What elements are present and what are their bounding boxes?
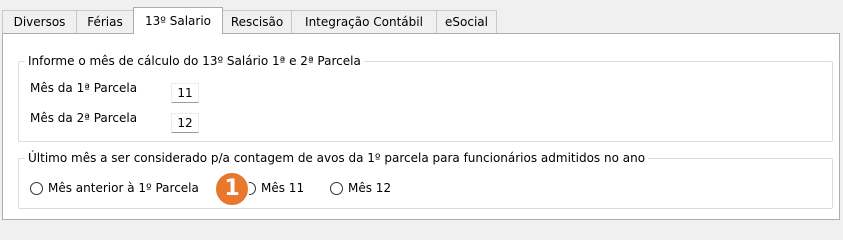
tab-diversos[interactable]: Diversos <box>2 10 77 33</box>
radio-mes-11-label: Mês 11 <box>261 181 305 195</box>
radio-mes-12-label: Mês 12 <box>348 181 392 195</box>
annotation-number-badge: 1 <box>214 171 250 207</box>
tab-strip: Diversos Férias 13º Salario Rescisão Int… <box>0 0 843 34</box>
tab-panel-13-salario: Informe o mês de cálculo do 13º Salário … <box>2 33 840 220</box>
tab-esocial[interactable]: eSocial <box>436 10 497 33</box>
radio-mes-anterior-label: Mês anterior à 1º Parcela <box>48 181 199 195</box>
first-parcela-month-field[interactable]: 11 <box>171 83 199 103</box>
group-parcelas: Informe o mês de cálculo do 13º Salário … <box>18 54 833 142</box>
first-parcela-label: Mês da 1ª Parcela <box>30 81 138 95</box>
second-parcela-label: Mês da 2ª Parcela <box>30 111 138 125</box>
radio-circle-icon[interactable] <box>30 181 43 195</box>
radio-mes-anterior[interactable]: Mês anterior à 1º Parcela <box>30 181 199 195</box>
radio-circle-icon[interactable] <box>330 181 343 195</box>
tab-ferias[interactable]: Férias <box>76 10 134 33</box>
group-avos-legend: Último mês a ser considerado p/a contage… <box>28 151 646 165</box>
radio-mes-12[interactable]: Mês 12 <box>330 181 391 195</box>
tab-integracao-contabil[interactable]: Integração Contábil <box>291 10 437 33</box>
group-avos: Último mês a ser considerado p/a contage… <box>18 151 833 209</box>
tab-rescisao[interactable]: Rescisão <box>222 10 292 33</box>
radio-mes-11[interactable]: Mês 11 <box>243 181 304 195</box>
second-parcela-month-field[interactable]: 12 <box>171 113 199 133</box>
group-parcelas-legend: Informe o mês de cálculo do 13º Salário … <box>28 54 361 68</box>
tab-13-salario[interactable]: 13º Salario <box>133 7 223 34</box>
